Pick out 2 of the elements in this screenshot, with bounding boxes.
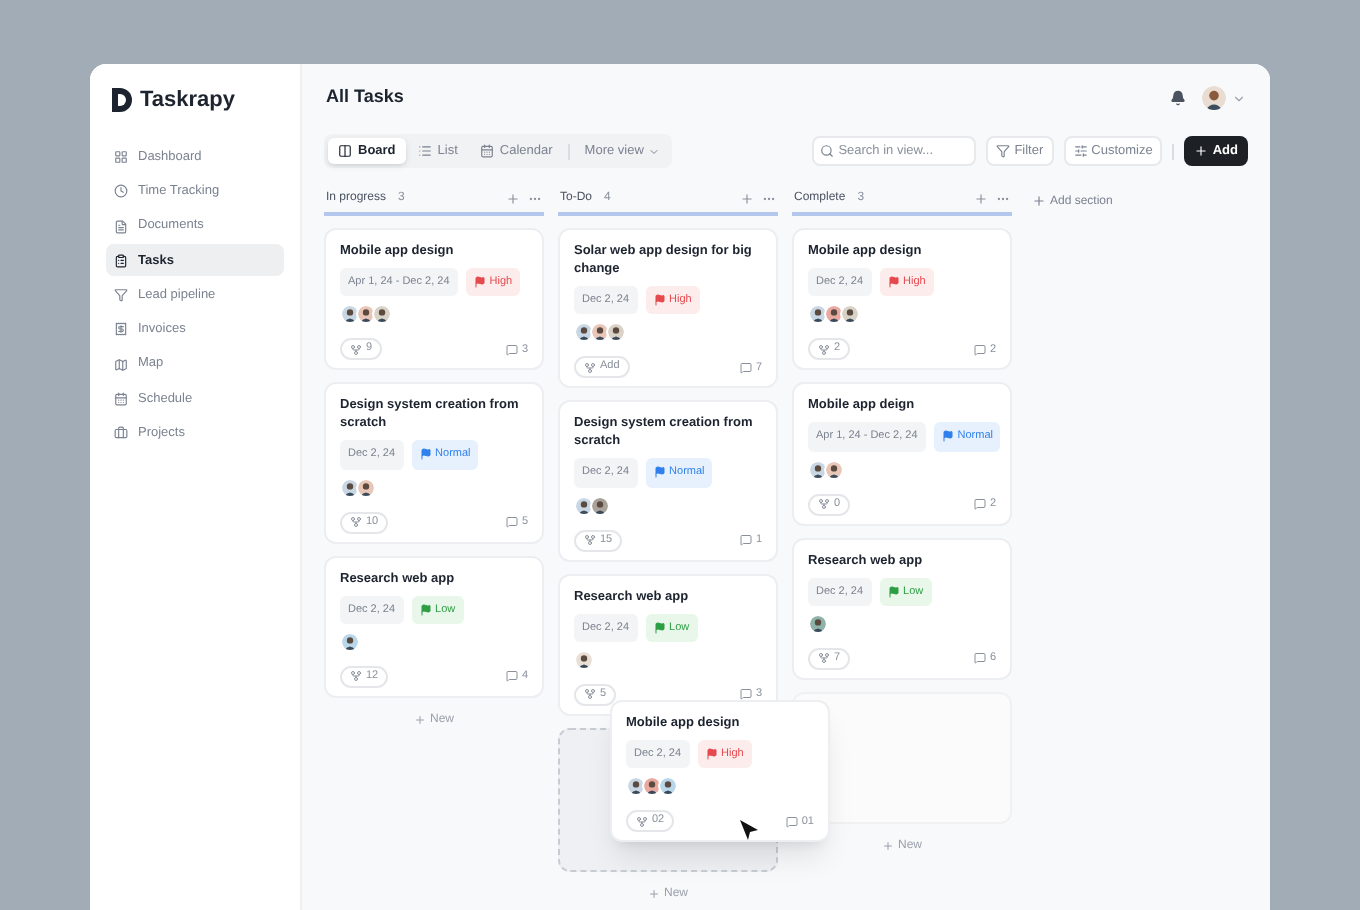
brand-name: Taskrapy (140, 86, 235, 116)
page-title: All Tasks (326, 84, 404, 111)
